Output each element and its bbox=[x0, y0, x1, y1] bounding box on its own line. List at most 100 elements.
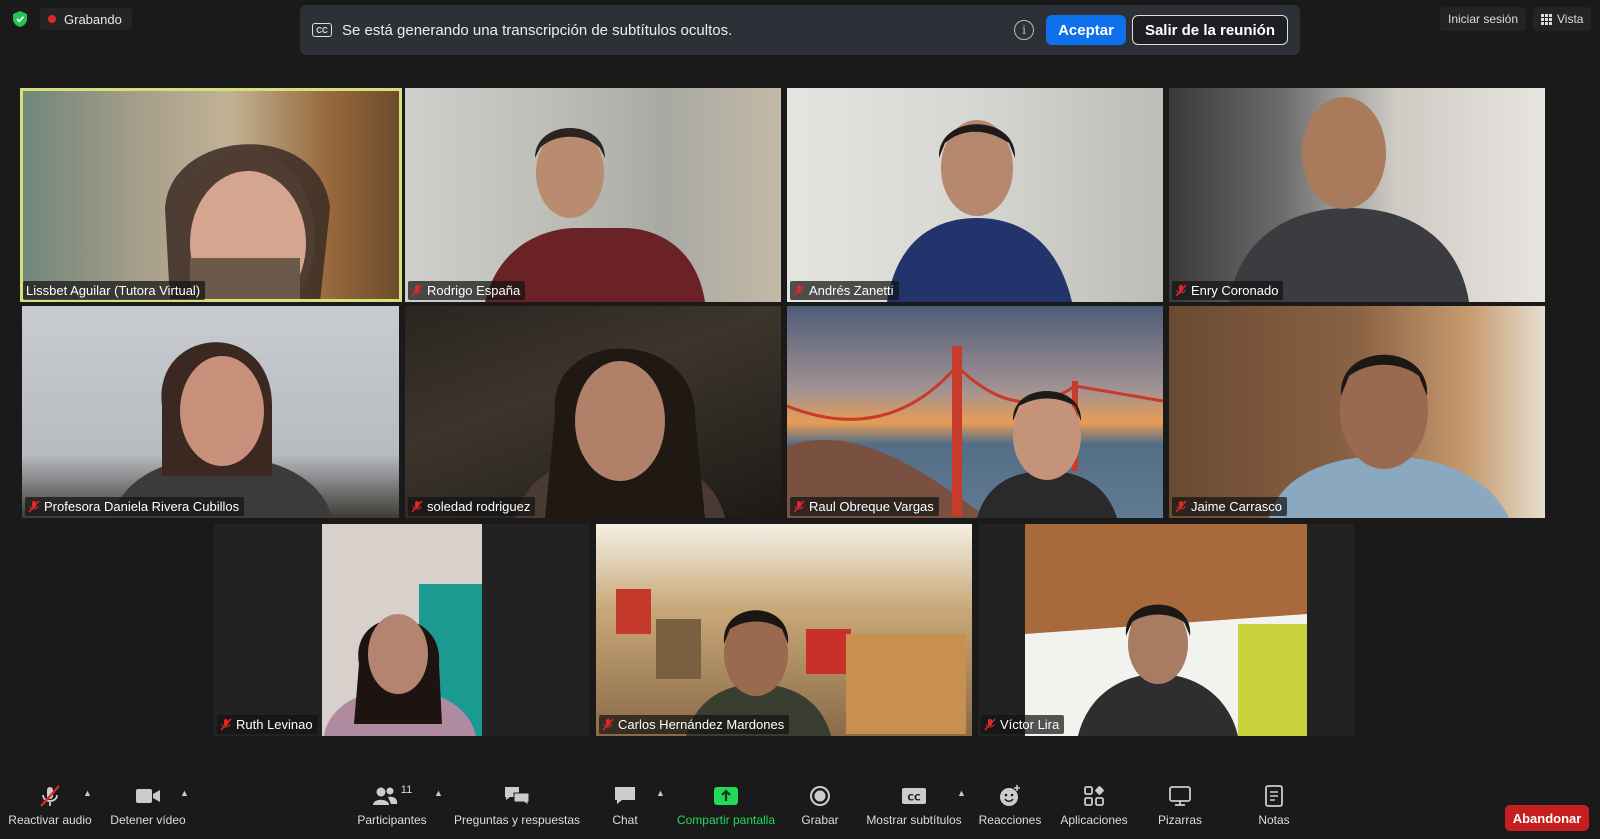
mic-muted-icon bbox=[411, 284, 423, 297]
participant-name-tag: Profesora Daniela Rivera Cubillos bbox=[25, 497, 245, 516]
participant-name: Ruth Levinao bbox=[236, 717, 313, 732]
participant-video bbox=[1229, 97, 1469, 302]
participant-name: Andrés Zanetti bbox=[809, 283, 894, 298]
notes-label: Notas bbox=[1258, 813, 1290, 827]
mic-muted-icon bbox=[220, 718, 232, 731]
unmute-audio-button[interactable]: Reactivar audio bbox=[8, 780, 92, 839]
participant-video bbox=[112, 342, 332, 518]
video-tile[interactable]: Carlos Hernández Mardones bbox=[596, 524, 972, 736]
participant-name: soledad rodriguez bbox=[427, 499, 531, 514]
captions-options-chevron-icon[interactable]: ▲ bbox=[957, 788, 966, 798]
accept-button[interactable]: Aceptar bbox=[1046, 15, 1126, 45]
share-screen-button[interactable]: Compartir pantalla bbox=[676, 780, 776, 839]
participant-video bbox=[515, 348, 725, 518]
view-label: Vista bbox=[1557, 12, 1584, 26]
stop-video-label: Detener vídeo bbox=[110, 813, 186, 827]
notes-icon bbox=[1265, 785, 1283, 807]
sign-in-button[interactable]: Iniciar sesión bbox=[1440, 7, 1527, 31]
mic-muted-icon bbox=[793, 500, 805, 513]
mic-muted-icon bbox=[1175, 284, 1187, 297]
info-icon[interactable]: i bbox=[1014, 20, 1035, 40]
apps-label: Aplicaciones bbox=[1060, 813, 1128, 827]
participant-name: Carlos Hernández Mardones bbox=[618, 717, 785, 732]
chat-label: Chat bbox=[612, 813, 638, 827]
participants-options-chevron-icon[interactable]: ▲ bbox=[434, 788, 443, 798]
whiteboards-button[interactable]: Pizarras bbox=[1152, 780, 1208, 839]
video-tile[interactable]: Víctor Lira bbox=[978, 524, 1354, 736]
microphone-muted-icon bbox=[40, 785, 60, 807]
chat-bubble-icon bbox=[615, 787, 635, 804]
record-button[interactable]: Grabar bbox=[800, 780, 840, 839]
participant-name-tag: Jaime Carrasco bbox=[1172, 497, 1288, 516]
recording-indicator[interactable]: Grabando bbox=[40, 8, 132, 30]
video-tile[interactable]: Ruth Levinao bbox=[214, 524, 590, 736]
participant-video bbox=[1025, 524, 1307, 736]
reaction-smiley-icon bbox=[1000, 785, 1020, 806]
participant-name: Rodrigo España bbox=[427, 283, 521, 298]
whiteboards-label: Pizarras bbox=[1157, 813, 1202, 827]
recording-dot-icon bbox=[48, 15, 56, 23]
participant-name: Profesora Daniela Rivera Cubillos bbox=[44, 499, 240, 514]
video-tile[interactable]: Lissbet Aguilar (Tutora Virtual) bbox=[20, 88, 402, 302]
reactions-label: Reacciones bbox=[978, 813, 1042, 827]
transcription-banner: CC Se está generando una transcripción d… bbox=[300, 5, 1300, 55]
participant-name: Enry Coronado bbox=[1191, 283, 1279, 298]
mic-muted-icon bbox=[984, 718, 996, 731]
participant-video bbox=[485, 128, 705, 302]
svg-text:CC: CC bbox=[907, 794, 921, 804]
video-options-chevron-icon[interactable]: ▲ bbox=[180, 788, 189, 798]
participant-name: Lissbet Aguilar (Tutora Virtual) bbox=[26, 283, 201, 298]
qa-label: Preguntas y respuestas bbox=[453, 813, 581, 827]
participant-name: Raul Obreque Vargas bbox=[809, 499, 934, 514]
meeting-toolbar: Reactivar audio ▲ Detener vídeo ▲ 11 Par… bbox=[0, 780, 1600, 839]
video-camera-icon bbox=[136, 789, 160, 803]
share-screen-label: Compartir pantalla bbox=[676, 813, 776, 827]
view-button[interactable]: Vista bbox=[1533, 7, 1592, 31]
top-bar: Grabando CC Se está generando una transc… bbox=[0, 0, 1600, 55]
participant-video bbox=[165, 144, 330, 302]
apps-button[interactable]: Aplicaciones bbox=[1056, 780, 1132, 839]
banner-message: Se está generando una transcripción de s… bbox=[342, 21, 733, 39]
qa-bubbles-icon bbox=[505, 787, 530, 806]
participant-video bbox=[322, 524, 482, 736]
video-tile[interactable]: Andrés Zanetti bbox=[787, 88, 1163, 302]
notes-button[interactable]: Notas bbox=[1252, 780, 1296, 839]
encryption-shield-icon[interactable] bbox=[12, 10, 28, 28]
video-tile[interactable]: soledad rodriguez bbox=[405, 306, 781, 518]
participant-video bbox=[1269, 353, 1509, 518]
mic-muted-icon bbox=[1175, 500, 1187, 513]
participant-name-tag: soledad rodriguez bbox=[408, 497, 536, 516]
video-tile[interactable]: Rodrigo España bbox=[405, 88, 781, 302]
video-tile[interactable]: Enry Coronado bbox=[1169, 88, 1545, 302]
grid-view-icon bbox=[1541, 13, 1552, 25]
video-tile[interactable]: Jaime Carrasco bbox=[1169, 306, 1545, 518]
exit-meeting-button[interactable]: Salir de la reunión bbox=[1131, 15, 1288, 45]
share-screen-icon bbox=[714, 787, 738, 805]
apps-icon bbox=[1084, 786, 1104, 806]
chat-button[interactable]: Chat bbox=[605, 780, 645, 839]
video-tile[interactable]: Profesora Daniela Rivera Cubillos bbox=[22, 306, 399, 518]
participant-name-tag: Carlos Hernández Mardones bbox=[599, 715, 790, 734]
stop-video-button[interactable]: Detener vídeo bbox=[108, 780, 188, 839]
mic-muted-icon bbox=[28, 500, 40, 513]
participant-video bbox=[887, 120, 1072, 302]
participant-name-tag: Enry Coronado bbox=[1172, 281, 1284, 300]
qa-button[interactable]: Preguntas y respuestas bbox=[453, 780, 581, 839]
participants-button[interactable]: 11 Participantes bbox=[350, 780, 434, 839]
record-label: Grabar bbox=[801, 813, 839, 827]
recording-label: Grabando bbox=[64, 11, 122, 27]
leave-meeting-button[interactable]: Abandonar bbox=[1505, 805, 1589, 831]
chat-options-chevron-icon[interactable]: ▲ bbox=[656, 788, 665, 798]
participants-label: Participantes bbox=[357, 813, 427, 827]
participant-name-tag: Raul Obreque Vargas bbox=[790, 497, 939, 516]
audio-options-chevron-icon[interactable]: ▲ bbox=[83, 788, 92, 798]
show-captions-button[interactable]: CC Mostrar subtítulos bbox=[866, 780, 962, 839]
video-tile[interactable]: Raul Obreque Vargas bbox=[787, 306, 1163, 518]
participant-video bbox=[787, 346, 1163, 518]
reactions-button[interactable]: Reacciones bbox=[978, 780, 1042, 839]
participants-count: 11 bbox=[400, 784, 413, 796]
participant-name-tag: Víctor Lira bbox=[981, 715, 1065, 734]
participant-name-tag: Rodrigo España bbox=[408, 281, 526, 300]
participant-name: Víctor Lira bbox=[1000, 717, 1060, 732]
mic-muted-icon bbox=[411, 500, 423, 513]
